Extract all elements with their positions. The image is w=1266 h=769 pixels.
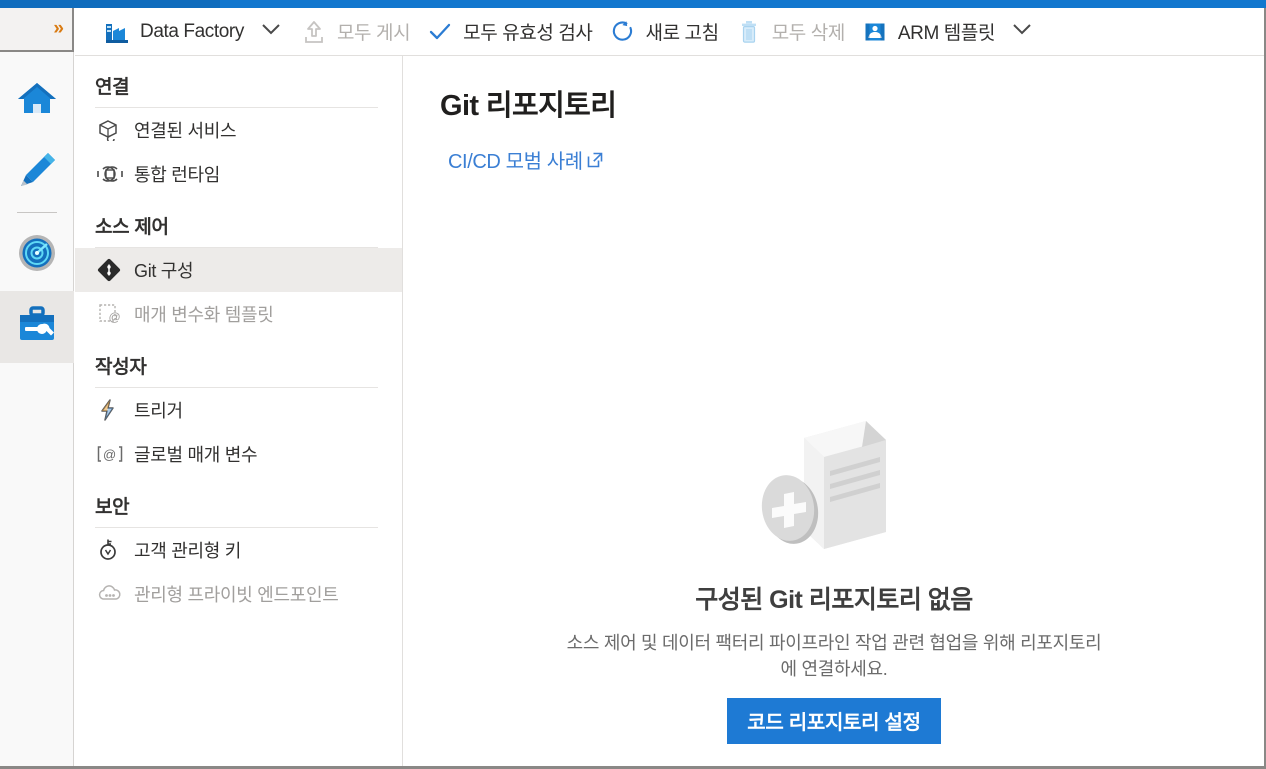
toolbox-wrench-icon	[15, 305, 59, 350]
arm-template-button[interactable]: ARM 템플릿	[855, 8, 1001, 56]
checkmark-icon	[426, 19, 454, 45]
sidebar-item-linked-services[interactable]: 연결된 서비스	[75, 108, 402, 152]
sidebar-item-parameterization-template: @ 매개 변수화 템플릿	[75, 292, 402, 336]
empty-state-title: 구성된 Git 리포지토리 없음	[695, 586, 973, 614]
main-content: Git 리포지토리 CI/CD 모범 사례 구성된 Git 리포지토리 없음 소…	[404, 56, 1264, 766]
rail-item-manage[interactable]	[0, 291, 74, 363]
git-icon	[97, 258, 123, 282]
sidebar-item-label: 매개 변수화 템플릿	[134, 305, 274, 325]
chevron-down-icon	[261, 22, 281, 41]
rail-item-author[interactable]	[0, 136, 74, 208]
pencil-icon	[15, 149, 59, 196]
validate-all-label: 모두 유효성 검사	[463, 23, 593, 44]
parameterization-icon: @	[97, 303, 123, 325]
empty-state: 구성된 Git 리포지토리 없음 소스 제어 및 데이터 팩터리 파이프라인 작…	[404, 416, 1264, 745]
setup-code-repository-button[interactable]: 코드 리포지토리 설정	[727, 698, 941, 745]
refresh-label: 새로 고침	[645, 23, 720, 44]
publish-all-button[interactable]: 모두 게시	[294, 8, 416, 56]
sidebar-section-header-security: 보안	[95, 497, 130, 518]
home-icon	[15, 78, 59, 123]
sidebar-item-global-parameters[interactable]: @ 글로벌 매개 변수	[75, 432, 402, 476]
factory-icon	[103, 19, 131, 45]
radar-monitor-icon	[16, 232, 58, 279]
rail-item-monitor[interactable]	[0, 219, 74, 291]
chevron-double-right-icon: »	[53, 18, 63, 39]
sidebar-item-git-configuration[interactable]: Git 구성	[75, 248, 402, 292]
trash-icon	[735, 19, 763, 45]
discard-all-label: 모두 삭제	[771, 23, 846, 44]
sidebar-item-triggers[interactable]: 트리거	[75, 388, 402, 432]
key-icon	[97, 539, 123, 561]
cicd-link-label: CI/CD 모범 사례	[448, 151, 583, 173]
sidebar-item-label: 글로벌 매개 변수	[134, 445, 258, 465]
external-link-icon	[586, 151, 604, 169]
lightning-trigger-icon	[97, 399, 123, 421]
validate-all-button[interactable]: 모두 유효성 검사	[420, 8, 598, 56]
left-icon-rail: »	[0, 8, 74, 766]
rail-item-list	[0, 52, 74, 363]
factory-selector[interactable]: Data Factory	[97, 8, 250, 56]
sidebar-section-header-author: 작성자	[95, 357, 147, 378]
cicd-best-practices-link[interactable]: CI/CD 모범 사례	[448, 145, 604, 174]
factory-chevron-button[interactable]	[254, 8, 288, 56]
sidebar-item-customer-managed-key[interactable]: 고객 관리형 키	[75, 528, 402, 572]
arm-template-label: ARM 템플릿	[897, 23, 996, 44]
publish-upload-icon	[300, 19, 328, 45]
chevron-down-icon	[1012, 22, 1032, 41]
sidebar-item-label: 트리거	[134, 401, 183, 421]
rail-divider	[16, 212, 57, 213]
sidebar-item-integration-runtimes[interactable]: 통합 런타임	[75, 152, 402, 196]
data-factory-window: » Data Factory 모두 게시 모두 유효성 검사 새로 고침 모두 …	[0, 0, 1266, 769]
manage-sidebar: 연결 연결된 서비스 통합 런타임 소스 제어 Git 구성 @ 매개 변수화 …	[75, 56, 403, 766]
sidebar-item-label: 통합 런타임	[134, 165, 221, 185]
publish-all-label: 모두 게시	[336, 23, 411, 44]
rail-expand-button[interactable]: »	[0, 8, 74, 52]
linked-services-icon	[97, 119, 123, 141]
sidebar-section-header-source-control: 소스 제어	[95, 217, 169, 238]
sidebar-item-label: 고객 관리형 키	[134, 541, 241, 561]
rail-item-home[interactable]	[0, 64, 74, 136]
cloud-endpoint-icon	[97, 583, 123, 605]
discard-all-button[interactable]: 모두 삭제	[729, 8, 851, 56]
command-overflow-chevron[interactable]	[1005, 8, 1039, 56]
refresh-button[interactable]: 새로 고침	[603, 8, 725, 56]
command-bar: Data Factory 모두 게시 모두 유효성 검사 새로 고침 모두 삭제…	[75, 8, 1264, 56]
sidebar-item-managed-private-endpoints: 관리형 프라이빗 엔드포인트	[75, 572, 402, 616]
document-add-illustration	[734, 416, 934, 566]
empty-state-description: 소스 제어 및 데이터 팩터리 파이프라인 작업 관련 협업을 위해 리포지토리…	[566, 633, 1102, 680]
svg-text:@: @	[103, 447, 116, 462]
global-parameter-icon: @	[97, 443, 123, 465]
sidebar-item-label: Git 구성	[134, 261, 194, 281]
sidebar-item-label: 관리형 프라이빗 엔드포인트	[134, 585, 339, 605]
sidebar-section-header-connections: 연결	[95, 77, 130, 98]
integration-runtime-icon	[97, 163, 123, 185]
factory-label: Data Factory	[140, 20, 244, 42]
arm-template-icon	[861, 19, 889, 45]
svg-text:@: @	[109, 310, 121, 324]
sidebar-item-label: 연결된 서비스	[134, 121, 237, 141]
refresh-icon	[609, 19, 637, 45]
page-title: Git 리포지토리	[440, 90, 617, 122]
